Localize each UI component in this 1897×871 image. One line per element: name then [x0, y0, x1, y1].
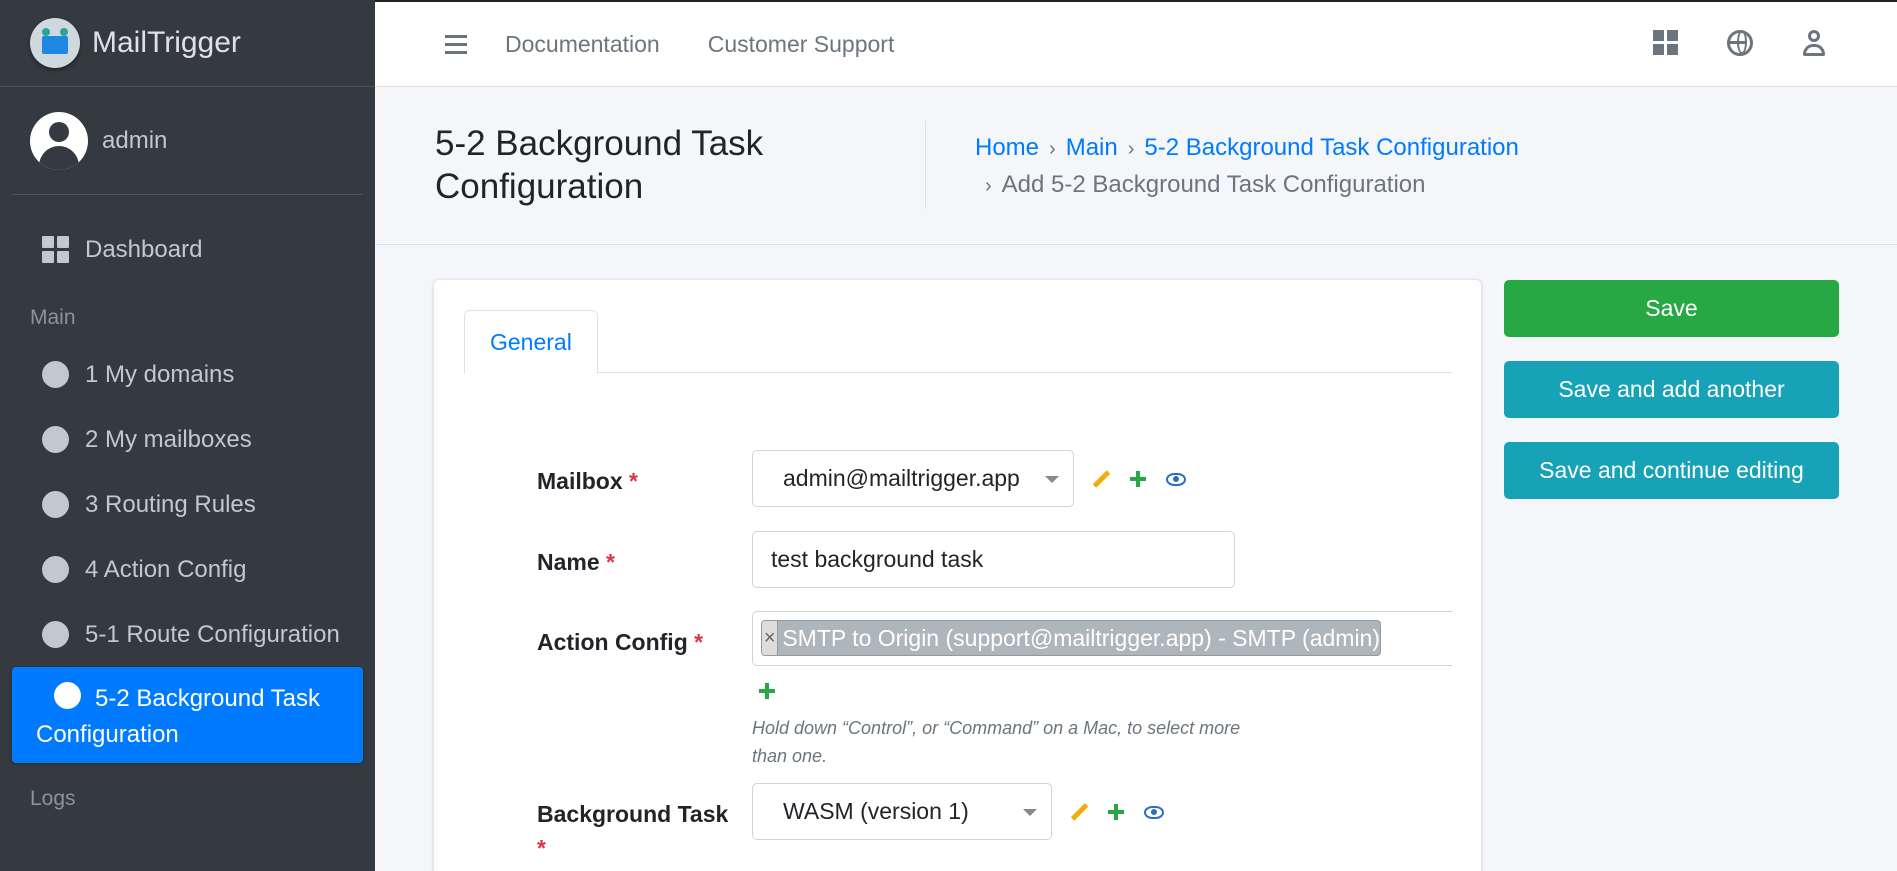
sidebar-item-dashboard[interactable]: Dashboard: [12, 217, 363, 282]
sidebar-item-label: 4 Action Config: [85, 555, 247, 583]
sidebar-item-label: 3 Routing Rules: [85, 490, 256, 518]
header-divider: [925, 121, 926, 209]
save-and-continue-editing-button[interactable]: Save and continue editing: [1504, 442, 1839, 499]
action-config-actions: [759, 683, 775, 699]
selected-chip: × SMTP to Origin (support@mailtrigger.ap…: [761, 620, 1381, 656]
sidebar-item-routing-rules[interactable]: 3 Routing Rules: [12, 472, 363, 537]
view-eye-icon[interactable]: [1166, 472, 1186, 486]
sidebar-item-my-domains[interactable]: 1 My domains: [12, 342, 363, 407]
tab-bar: General: [464, 310, 1452, 374]
brand-link[interactable]: MailTrigger: [0, 0, 375, 87]
action-config-label: Action Config *: [537, 629, 704, 655]
sidebar-item-label: 5-1 Route Configuration: [85, 620, 340, 648]
user-avatar-icon: [30, 111, 88, 170]
circle-icon: [42, 426, 69, 453]
background-task-actions: [1070, 803, 1164, 821]
breadcrumb-main[interactable]: Main: [1066, 134, 1118, 161]
sidebar-item-label: 2 My mailboxes: [85, 425, 252, 453]
content-header: 5-2 Background Task Configuration Home › M…: [375, 88, 1897, 245]
globe-icon[interactable]: [1727, 30, 1753, 56]
breadcrumb-current: Add 5-2 Background Task Configuration: [1001, 171, 1426, 198]
mailbox-actions: [1092, 470, 1186, 488]
breadcrumb-separator: ›: [1049, 138, 1056, 160]
breadcrumb-separator: ›: [1127, 138, 1135, 160]
sidebar-item-action-config[interactable]: 4 Action Config: [12, 537, 363, 602]
view-eye-icon[interactable]: [1144, 805, 1164, 819]
sidebar-item-label-line2: Configuration: [36, 721, 179, 748]
edit-pencil-icon[interactable]: [1092, 470, 1110, 488]
sidebar-item-label: 5-2 Background Task: [95, 685, 321, 712]
sidebar-item-route-configuration[interactable]: 5-1 Route Configuration: [12, 602, 363, 667]
apps-grid-icon[interactable]: [1653, 30, 1679, 56]
brand-name: MailTrigger: [92, 26, 241, 59]
circle-icon: [54, 682, 81, 709]
background-task-select[interactable]: WASM (version 1): [752, 783, 1052, 840]
top-icons: [1653, 30, 1827, 56]
circle-icon: [42, 491, 69, 518]
sidebar-item-label: 1 My domains: [85, 360, 235, 388]
menu-toggle-icon[interactable]: [445, 34, 467, 54]
circle-icon: [42, 361, 69, 388]
page-title: 5-2 Background Task Configuration: [435, 124, 764, 206]
sidebar: MailTrigger admin Dashboard Main 1 My do…: [0, 0, 375, 871]
top-navbar: Documentation Customer Support: [375, 0, 1897, 87]
user-name: admin: [102, 126, 168, 154]
sidebar-item-my-mailboxes[interactable]: 2 My mailboxes: [12, 407, 363, 472]
add-plus-icon[interactable]: [1130, 471, 1146, 487]
user-panel[interactable]: admin: [12, 87, 363, 195]
sidebar-nav: Dashboard Main 1 My domains 2 My mailbox…: [0, 217, 375, 823]
action-config-help: Hold down “Control”, or “Command” on a M…: [752, 718, 1241, 766]
sidebar-header-main: Main: [30, 306, 76, 329]
documentation-link[interactable]: Documentation: [505, 31, 660, 58]
sidebar-item-label: Dashboard: [85, 235, 203, 263]
mailtrigger-logo-icon: [30, 18, 80, 68]
background-task-select-value: WASM (version 1): [783, 798, 969, 824]
sidebar-header-logs: Logs: [30, 787, 76, 810]
sidebar-item-background-task-configuration[interactable]: 5-2 Background Task Configuration: [12, 667, 363, 763]
tab-general[interactable]: General: [464, 310, 598, 374]
name-input[interactable]: test background task: [752, 531, 1235, 588]
customer-support-link[interactable]: Customer Support: [708, 31, 895, 58]
breadcrumb-home[interactable]: Home: [975, 134, 1039, 161]
add-plus-icon[interactable]: [1108, 804, 1124, 820]
circle-icon: [42, 556, 69, 583]
mailbox-label: Mailbox *: [537, 468, 638, 494]
chevron-down-icon: [1045, 476, 1059, 483]
save-and-add-another-button[interactable]: Save and add another: [1504, 361, 1839, 418]
chip-remove-icon[interactable]: ×: [762, 621, 779, 655]
edit-pencil-icon[interactable]: [1070, 803, 1088, 821]
add-plus-icon[interactable]: [759, 683, 775, 699]
action-config-multiselect[interactable]: × SMTP to Origin (support@mailtrigger.ap…: [752, 611, 1452, 666]
circle-icon: [42, 621, 69, 648]
chevron-down-icon: [1023, 809, 1037, 816]
name-label: Name *: [537, 549, 615, 575]
mailbox-select[interactable]: admin@mailtrigger.app: [752, 450, 1074, 507]
form-card: General Mailbox * admin@mailtrigger.app …: [433, 279, 1482, 871]
chip-label: SMTP to Origin (support@mailtrigger.app)…: [782, 624, 1380, 651]
dashboard-icon: [42, 236, 69, 263]
breadcrumb-separator: ›: [985, 175, 992, 197]
user-icon[interactable]: [1801, 30, 1827, 56]
background-task-label: Background Task *: [537, 801, 729, 861]
save-button[interactable]: Save: [1504, 280, 1839, 337]
breadcrumb: Home › Main › 5-2 Background Task Configurat…: [975, 130, 1595, 204]
breadcrumb-section[interactable]: 5-2 Background Task Configuration: [1144, 134, 1518, 161]
mailbox-select-value: admin@mailtrigger.app: [783, 465, 1020, 491]
